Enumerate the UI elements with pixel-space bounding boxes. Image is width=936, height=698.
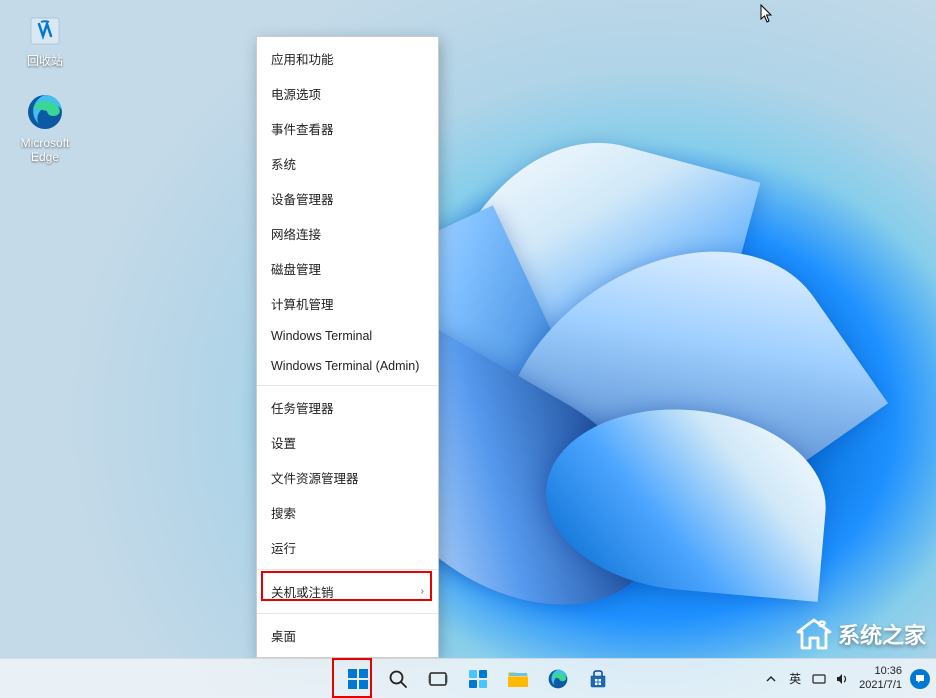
menu-item-settings[interactable]: 设置 [257, 425, 438, 460]
winx-context-menu: 应用和功能电源选项事件查看器系统设备管理器网络连接磁盘管理计算机管理 Window… [256, 36, 439, 658]
widgets-icon [468, 669, 488, 689]
menu-item-label: 桌面 [271, 626, 296, 645]
file-explorer-icon [507, 669, 529, 689]
menu-item-label: 任务管理器 [271, 398, 334, 417]
watermark-house-icon [796, 618, 832, 650]
search-icon [388, 669, 408, 689]
menu-item-shutdown-signout[interactable]: 关机或注销 › [257, 574, 438, 609]
menu-item-label: 设置 [271, 433, 296, 452]
chevron-right-icon: › [421, 586, 424, 597]
menu-separator [257, 613, 438, 614]
menu-item-label: 计算机管理 [271, 294, 334, 313]
menu-item-network-connections[interactable]: 网络连接 [257, 216, 438, 251]
menu-item-task-manager[interactable]: 任务管理器 [257, 390, 438, 425]
tray-chevron-up-icon[interactable] [763, 671, 779, 687]
tray-network-icon[interactable] [811, 671, 827, 687]
start-button[interactable] [340, 661, 376, 697]
menu-item-disk-management[interactable]: 磁盘管理 [257, 251, 438, 286]
menu-item-label: 文件资源管理器 [271, 468, 359, 487]
taskbar-edge[interactable] [540, 661, 576, 697]
menu-item-windows-terminal[interactable]: Windows Terminal [257, 321, 438, 351]
clock-date: 2021/7/1 [859, 679, 902, 692]
desktop-wallpaper [0, 0, 936, 698]
search-button[interactable] [380, 661, 416, 697]
menu-item-label: 磁盘管理 [271, 259, 321, 278]
menu-item-label: Windows Terminal [271, 329, 372, 343]
menu-item-label: 系统 [271, 154, 296, 173]
edge-icon [547, 668, 569, 690]
task-view-icon [428, 669, 448, 689]
menu-item-label: 设备管理器 [271, 189, 334, 208]
desktop-icon-edge[interactable]: Microsoft Edge [10, 92, 80, 164]
widgets-button[interactable] [460, 661, 496, 697]
menu-item-search[interactable]: 搜索 [257, 495, 438, 530]
taskbar-clock[interactable]: 10:36 2021/7/1 [859, 665, 902, 691]
recycle-bin-label: 回收站 [27, 54, 63, 68]
menu-item-desktop[interactable]: 桌面 [257, 618, 438, 653]
notification-center-button[interactable] [910, 669, 930, 689]
menu-item-system[interactable]: 系统 [257, 146, 438, 181]
menu-item-label: 事件查看器 [271, 119, 334, 138]
watermark: 系统之家 [786, 612, 936, 656]
menu-item-event-viewer[interactable]: 事件查看器 [257, 111, 438, 146]
menu-item-label: 搜索 [271, 503, 296, 522]
menu-item-windows-terminal-admin[interactable]: Windows Terminal (Admin) [257, 351, 438, 381]
menu-separator [257, 569, 438, 570]
menu-item-power-options[interactable]: 电源选项 [257, 76, 438, 111]
menu-item-label: 网络连接 [271, 224, 321, 243]
watermark-text: 系统之家 [838, 618, 926, 650]
windows-logo-icon [348, 669, 368, 689]
menu-separator [257, 385, 438, 386]
desktop-icon-recycle-bin[interactable]: 回收站 [10, 8, 80, 69]
menu-item-file-explorer[interactable]: 文件资源管理器 [257, 460, 438, 495]
edge-icon [25, 92, 65, 132]
tray-ime-indicator[interactable]: 英 [787, 671, 803, 687]
clock-time: 10:36 [859, 665, 902, 678]
task-view-button[interactable] [420, 661, 456, 697]
taskbar: 英 10:36 2021/7/1 [0, 658, 936, 698]
taskbar-store[interactable] [580, 661, 616, 697]
edge-label: Microsoft Edge [21, 136, 70, 164]
chat-icon [914, 673, 926, 685]
menu-item-device-manager[interactable]: 设备管理器 [257, 181, 438, 216]
menu-item-computer-management[interactable]: 计算机管理 [257, 286, 438, 321]
taskbar-explorer[interactable] [500, 661, 536, 697]
menu-item-label: 电源选项 [271, 84, 321, 103]
menu-item-label: 应用和功能 [271, 49, 334, 68]
menu-item-label: 运行 [271, 538, 296, 557]
menu-item-run[interactable]: 运行 [257, 530, 438, 565]
menu-item-label: 关机或注销 [271, 582, 334, 601]
menu-item-apps-features[interactable]: 应用和功能 [257, 41, 438, 76]
tray-volume-icon[interactable] [835, 671, 851, 687]
recycle-bin-icon [25, 8, 65, 48]
menu-item-label: Windows Terminal (Admin) [271, 359, 419, 373]
store-icon [588, 669, 608, 689]
